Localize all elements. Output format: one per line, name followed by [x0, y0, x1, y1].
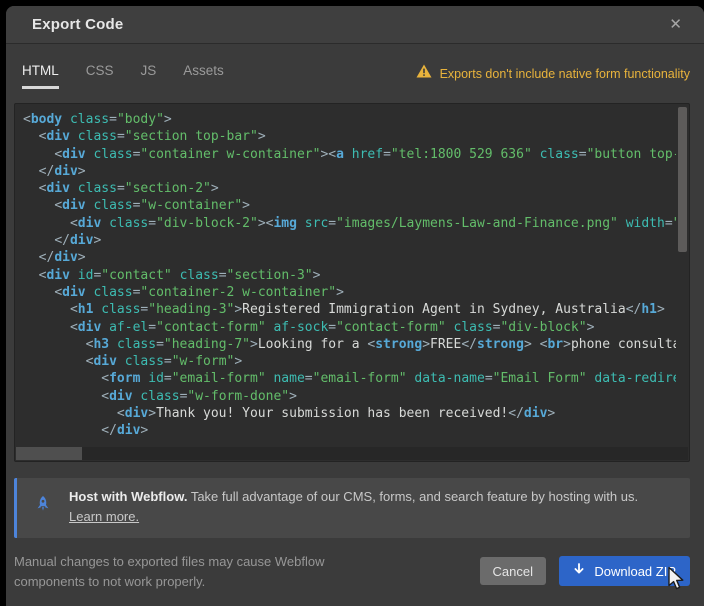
- code-line: <div class="w-form-done">: [23, 388, 676, 405]
- export-code-dialog: Export Code ✕ HTML CSS JS Assets Exports do…: [6, 6, 704, 606]
- code-line: </div>: [23, 232, 676, 249]
- download-zip-label: Download ZIP: [594, 564, 676, 579]
- code-line: <h3 class="heading-7">Looking for a <str…: [23, 336, 676, 353]
- tab-bar: HTML CSS JS Assets: [22, 63, 224, 89]
- tab-html[interactable]: HTML: [22, 63, 59, 89]
- download-zip-button[interactable]: Download ZIP: [559, 556, 690, 586]
- code-line: <div id="contact" class="section-3">: [23, 267, 676, 284]
- code-line: <form id="email-form" name="email-form" …: [23, 370, 676, 387]
- code-line: <div class="w-container">: [23, 197, 676, 214]
- tab-css[interactable]: CSS: [86, 63, 114, 89]
- code-line: <div class="section-2">: [23, 180, 676, 197]
- warning-text: Exports don't include native form functi…: [440, 67, 690, 81]
- code-line: <div class="w-form">: [23, 353, 676, 370]
- code-line: <div class="section top-bar">: [23, 128, 676, 145]
- cancel-button[interactable]: Cancel: [480, 557, 546, 585]
- code-line: <body class="body">: [23, 111, 676, 128]
- warning-icon: [416, 64, 432, 83]
- dialog-title: Export Code: [32, 16, 665, 33]
- code-line: </div>: [23, 163, 676, 180]
- code-line: </div>: [23, 249, 676, 266]
- code-editor[interactable]: <body class="body"> <div class="section …: [14, 103, 690, 462]
- download-arrow-icon: [573, 563, 585, 579]
- form-functionality-warning: Exports don't include native form functi…: [416, 64, 690, 83]
- code-line: <div class="div-block-2"><img src="image…: [23, 215, 676, 232]
- rocket-icon: [34, 495, 52, 518]
- learn-more-link[interactable]: Learn more.: [69, 509, 139, 524]
- code-line: <h1 class="heading-3">Registered Immigra…: [23, 301, 676, 318]
- banner-text: Host with Webflow. Take full advantage o…: [69, 487, 659, 527]
- code-content: <body class="body"> <div class="section …: [23, 111, 676, 446]
- footer-note: Manual changes to exported files may cau…: [14, 552, 359, 592]
- horizontal-scrollbar-thumb[interactable]: [16, 447, 82, 460]
- code-line: <div>Thank you! Your submission has been…: [23, 405, 676, 422]
- code-line: <div af-el="contact-form" af-sock="conta…: [23, 319, 676, 336]
- code-line: <div class="container-2 w-container">: [23, 284, 676, 301]
- banner-title: Host with Webflow.: [69, 489, 187, 504]
- close-icon[interactable]: ✕: [665, 13, 686, 36]
- vertical-scrollbar-thumb[interactable]: [678, 107, 687, 252]
- code-line: </div>: [23, 422, 676, 439]
- hosting-banner: Host with Webflow. Take full advantage o…: [14, 478, 690, 538]
- horizontal-scrollbar[interactable]: [16, 447, 688, 460]
- banner-description: Take full advantage of our CMS, forms, a…: [187, 489, 638, 504]
- code-line: <div class="container w-container"><a hr…: [23, 146, 676, 163]
- tab-js[interactable]: JS: [141, 63, 157, 89]
- dialog-title-bar: Export Code ✕: [6, 6, 704, 44]
- tab-assets[interactable]: Assets: [183, 63, 224, 89]
